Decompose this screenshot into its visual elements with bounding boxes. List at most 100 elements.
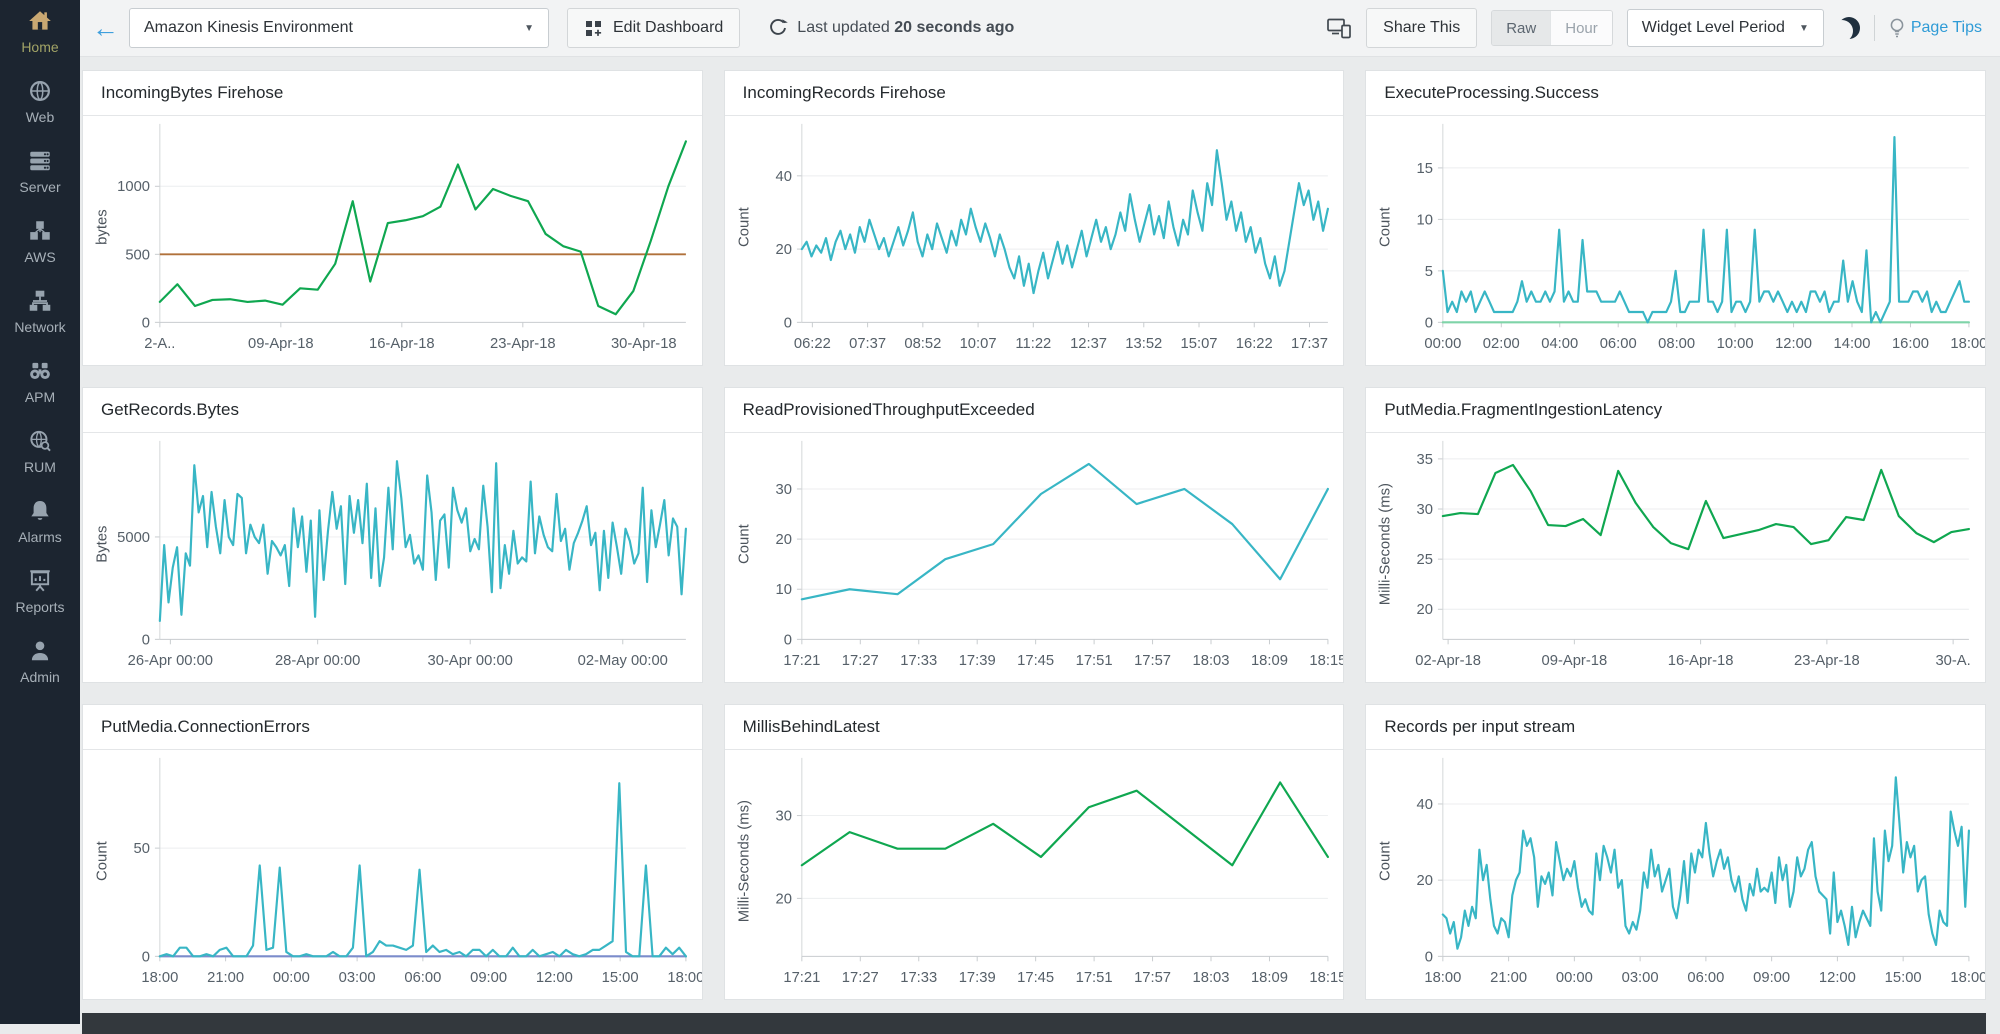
svg-text:17:33: 17:33 [900, 970, 937, 986]
svg-text:21:00: 21:00 [207, 970, 244, 986]
svg-text:18:15: 18:15 [1309, 653, 1343, 669]
svg-text:17:57: 17:57 [1134, 653, 1171, 669]
widget-incomingbytes-firehose: IncomingBytes Firehose 050010002-A..09-A… [82, 70, 703, 366]
svg-text:06:00: 06:00 [404, 970, 441, 986]
chevron-down-icon: ▼ [524, 23, 534, 34]
svg-text:17:27: 17:27 [841, 653, 878, 669]
sidebar-item-label: Admin [20, 669, 60, 685]
svg-text:17:21: 17:21 [783, 970, 820, 986]
line-chart[interactable]: 0204006:2207:3708:5210:0711:2212:3713:52… [725, 116, 1344, 365]
svg-text:10:07: 10:07 [959, 336, 996, 352]
svg-text:0: 0 [142, 632, 150, 648]
sidebar-item-network[interactable]: Network [0, 288, 80, 335]
sidebar-item-home[interactable]: Home [0, 8, 80, 55]
last-updated-value: 20 seconds ago [894, 19, 1014, 36]
period-raw-option[interactable]: Raw [1492, 11, 1550, 45]
sidebar-item-label: RUM [24, 459, 56, 475]
line-chart[interactable]: 05101500:0002:0004:0006:0008:0010:0012:0… [1366, 116, 1985, 365]
svg-text:11:22: 11:22 [1015, 336, 1051, 352]
devices-button[interactable] [1326, 17, 1352, 39]
share-this-button[interactable]: Share This [1366, 8, 1477, 48]
page-tips-link[interactable]: Page Tips [1889, 17, 1982, 39]
svg-text:15:07: 15:07 [1180, 336, 1217, 352]
sidebar-item-server[interactable]: Server [0, 148, 80, 195]
svg-text:0: 0 [142, 315, 150, 331]
svg-text:12:00: 12:00 [1775, 336, 1812, 352]
globe-icon [27, 78, 53, 104]
sidebar-item-rum[interactable]: RUM [0, 428, 80, 475]
svg-text:04:00: 04:00 [1542, 336, 1579, 352]
svg-text:03:00: 03:00 [1622, 970, 1659, 986]
svg-text:18:09: 18:09 [1251, 970, 1288, 986]
dashboard-select[interactable]: Amazon Kinesis Environment ▼ [129, 8, 549, 48]
sidebar-item-reports[interactable]: Reports [0, 568, 80, 615]
widget-level-period-select[interactable]: Widget Level Period ▼ [1627, 9, 1824, 47]
svg-text:15:00: 15:00 [602, 970, 639, 986]
widget-millisbehindlatest: MillisBehindLatest 203017:2117:2717:3317… [724, 704, 1345, 1000]
svg-text:500: 500 [125, 247, 150, 263]
svg-text:18:00: 18:00 [667, 970, 701, 986]
line-chart[interactable]: 0500026-Apr 00:0028-Apr 00:0030-Apr 00:0… [83, 433, 702, 682]
sidebar-item-label: Server [19, 179, 60, 195]
line-chart[interactable]: 0204018:0021:0000:0003:0006:0009:0012:00… [1366, 750, 1985, 999]
svg-text:17:37: 17:37 [1291, 336, 1328, 352]
svg-text:17:39: 17:39 [958, 653, 995, 669]
svg-text:20: 20 [1417, 873, 1433, 889]
sidebar-item-label: Network [14, 319, 65, 335]
edit-dashboard-button[interactable]: Edit Dashboard [567, 8, 740, 48]
line-chart[interactable]: 05018:0021:0000:0003:0006:0009:0012:0015… [83, 750, 702, 999]
svg-text:06:00: 06:00 [1688, 970, 1725, 986]
svg-text:28-Apr 00:00: 28-Apr 00:00 [275, 653, 360, 669]
back-arrow-icon[interactable]: ← [92, 15, 119, 42]
svg-text:00:00: 00:00 [1556, 970, 1593, 986]
svg-text:40: 40 [1417, 797, 1433, 813]
svg-text:20: 20 [1417, 602, 1433, 618]
svg-text:26-Apr 00:00: 26-Apr 00:00 [128, 653, 213, 669]
svg-text:17:21: 17:21 [783, 653, 820, 669]
svg-text:21:00: 21:00 [1490, 970, 1527, 986]
sidebar-item-alarms[interactable]: Alarms [0, 498, 80, 545]
svg-text:2-A..: 2-A.. [144, 336, 175, 352]
svg-text:16-Apr-18: 16-Apr-18 [1668, 653, 1734, 669]
svg-text:0: 0 [783, 315, 791, 331]
svg-text:20: 20 [775, 891, 791, 907]
svg-text:12:00: 12:00 [536, 970, 573, 986]
widget-grid: IncomingBytes Firehose 050010002-A..09-A… [82, 70, 1986, 1000]
svg-text:08:00: 08:00 [1659, 336, 1696, 352]
dashboard-content: IncomingBytes Firehose 050010002-A..09-A… [80, 57, 2000, 1024]
svg-text:02-Apr-18: 02-Apr-18 [1416, 653, 1482, 669]
svg-text:0: 0 [142, 949, 150, 965]
line-chart[interactable]: 203017:2117:2717:3317:3917:4517:5117:571… [725, 750, 1344, 999]
devices-icon [1326, 17, 1352, 39]
svg-text:17:33: 17:33 [900, 653, 937, 669]
svg-text:16-Apr-18: 16-Apr-18 [369, 336, 435, 352]
widget-readprovisionedthroughputexceeded: ReadProvisionedThroughputExceeded 010203… [724, 387, 1345, 683]
svg-text:09:00: 09:00 [470, 970, 507, 986]
sidebar-item-label: Home [21, 39, 58, 55]
svg-text:17:45: 17:45 [1017, 970, 1054, 986]
period-hour-option[interactable]: Hour [1550, 11, 1612, 45]
svg-text:02-May 00:00: 02-May 00:00 [578, 653, 668, 669]
dark-mode-moon-icon[interactable] [1838, 17, 1860, 39]
sidebar-item-apm[interactable]: APM [0, 358, 80, 405]
svg-text:13:52: 13:52 [1125, 336, 1162, 352]
sidebar-item-admin[interactable]: Admin [0, 638, 80, 685]
svg-text:18:03: 18:03 [1192, 653, 1229, 669]
svg-text:Milli-Seconds (ms): Milli-Seconds (ms) [736, 800, 752, 922]
refresh-icon[interactable] [768, 18, 788, 38]
line-chart[interactable]: 050010002-A..09-Apr-1816-Apr-1823-Apr-18… [83, 116, 702, 365]
sidebar-item-aws[interactable]: AWS [0, 218, 80, 265]
svg-text:Count: Count [736, 207, 752, 247]
svg-text:15: 15 [1417, 161, 1433, 177]
svg-text:18:00: 18:00 [1425, 970, 1462, 986]
sidebar-item-web[interactable]: Web [0, 78, 80, 125]
svg-text:Count: Count [95, 841, 111, 881]
svg-text:17:45: 17:45 [1017, 653, 1054, 669]
svg-text:18:00: 18:00 [1951, 970, 1985, 986]
line-chart[interactable]: 010203017:2117:2717:3317:3917:4517:5117:… [725, 433, 1344, 682]
widget-putmedia-fragmentingestionlatency: PutMedia.FragmentIngestionLatency 202530… [1365, 387, 1986, 683]
widget-title: PutMedia.FragmentIngestionLatency [1366, 388, 1985, 433]
svg-text:06:22: 06:22 [794, 336, 831, 352]
line-chart[interactable]: 2025303502-Apr-1809-Apr-1816-Apr-1823-Ap… [1366, 433, 1985, 682]
svg-text:30: 30 [775, 808, 791, 824]
